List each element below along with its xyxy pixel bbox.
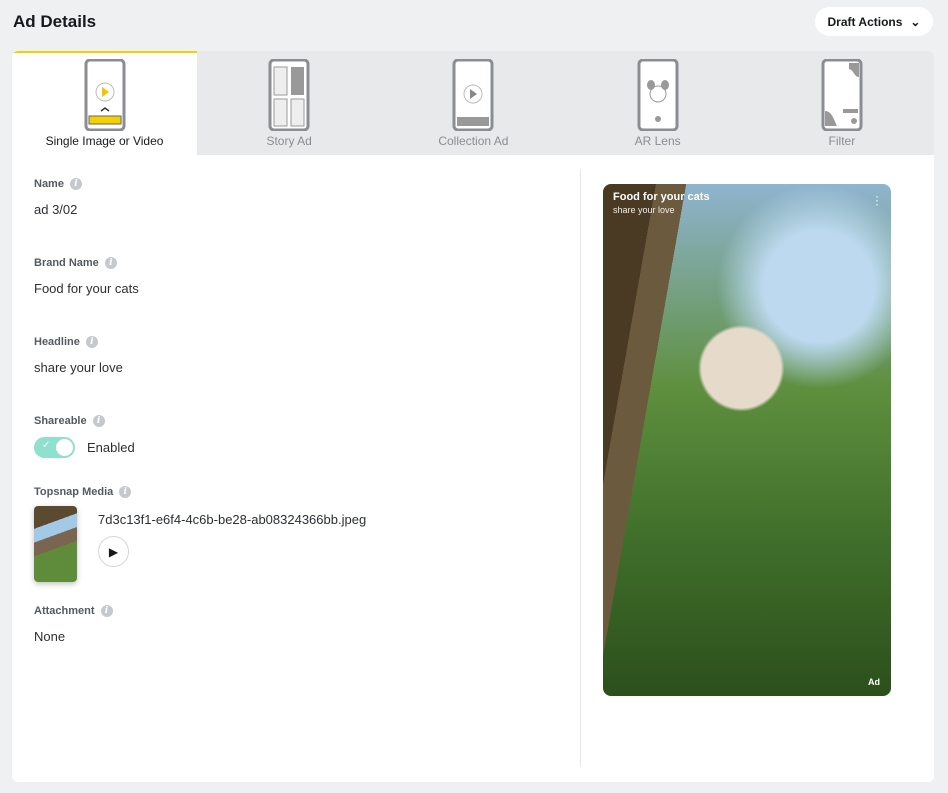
info-icon[interactable]: i [100, 605, 113, 617]
info-icon[interactable]: i [85, 336, 98, 348]
tab-single-image-or-video[interactable]: Single Image or Video [12, 51, 197, 155]
tab-label: AR Lens [634, 134, 681, 148]
tab-collection-ad[interactable]: Collection Ad [381, 51, 565, 155]
draft-actions-button[interactable]: Draft Actions ⌄ [815, 7, 933, 36]
more-options-icon[interactable]: · · · [875, 190, 879, 210]
shareable-toggle[interactable]: ✓ [34, 437, 75, 458]
tab-story-ad[interactable]: Story Ad [197, 51, 381, 155]
tab-label: Single Image or Video [45, 134, 164, 148]
attachment-label: Attachment [34, 605, 95, 617]
tab-label: Collection Ad [438, 134, 509, 148]
topsnap-media-field: Topsnap Media i 7d3c13f1-e6f4-4c6b-be28-a… [34, 485, 554, 604]
ad-details-form: Name i ad 3/02 Brand Name i Food for your … [34, 177, 554, 644]
tab-label: Filter [828, 134, 856, 148]
single-image-phone-icon [84, 59, 125, 131]
brand-name-value: Food for your cats [34, 281, 139, 296]
ad-preview: Food for your cats share your love · · · A… [603, 184, 891, 696]
attachment-value: None [34, 629, 66, 644]
shareable-field: Shareable i ✓ Enabled [34, 414, 554, 485]
brand-name-label: Brand Name [34, 257, 99, 269]
name-field: Name i ad 3/02 [34, 177, 554, 256]
draft-actions-label: Draft Actions [827, 14, 903, 29]
story-ad-phone-icon [268, 59, 310, 131]
ad-badge: Ad [868, 677, 880, 687]
topsnap-media-label: Topsnap Media [34, 486, 114, 498]
ar-lens-phone-icon [637, 59, 679, 131]
name-value: ad 3/02 [34, 202, 78, 217]
info-icon[interactable]: i [69, 178, 82, 190]
media-filename: 7d3c13f1-e6f4-4c6b-be28-ab08324366bb.jpe… [98, 512, 367, 527]
media-thumbnail[interactable] [34, 506, 77, 582]
attachment-field: Attachment i None [34, 604, 554, 644]
headline-value: share your love [34, 360, 123, 375]
info-icon[interactable]: i [104, 257, 117, 269]
check-icon: ✓ [42, 440, 51, 451]
tab-label: Story Ad [266, 134, 312, 148]
play-icon: ▶ [108, 544, 119, 559]
chevron-down-icon: ⌄ [910, 14, 921, 29]
ad-type-tabs: Single Image or Video Story Ad Collectio… [12, 51, 934, 155]
filter-phone-icon [821, 59, 863, 131]
collection-ad-phone-icon [452, 59, 494, 131]
preview-brand-name: Food for your cats [613, 191, 710, 203]
tab-ar-lens[interactable]: AR Lens [566, 51, 750, 155]
tab-filter[interactable]: Filter [750, 51, 934, 155]
play-button[interactable]: ▶ [98, 536, 129, 567]
info-icon[interactable]: i [119, 486, 132, 498]
preview-headline: share your love [613, 205, 675, 215]
divider [580, 169, 581, 767]
headline-field: Headline i share your love [34, 335, 554, 414]
shareable-status: Enabled [87, 440, 135, 455]
shareable-label: Shareable [34, 415, 87, 427]
info-icon[interactable]: i [92, 415, 105, 427]
brand-name-field: Brand Name i Food for your cats [34, 256, 554, 335]
page-title: Ad Details [13, 12, 97, 31]
ad-details-card: Single Image or Video Story Ad Collectio… [12, 51, 934, 782]
name-label: Name [34, 178, 64, 190]
headline-label: Headline [34, 336, 80, 348]
